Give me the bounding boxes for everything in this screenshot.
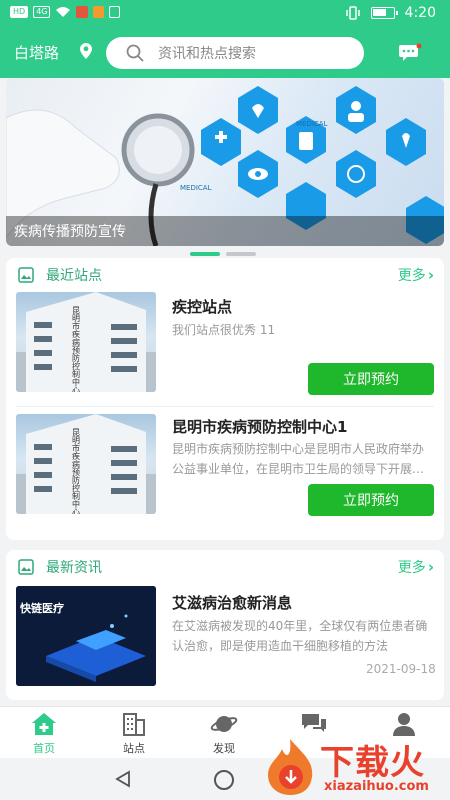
nav-discover-label: 发现	[213, 742, 235, 755]
news-thumbnail: 快链医疗	[16, 586, 156, 686]
vibrate-icon	[345, 6, 360, 20]
flame-logo-icon	[268, 739, 313, 795]
planet-icon	[210, 716, 238, 732]
news-more-label: 更多	[397, 560, 426, 576]
nav-home-label: 首页	[33, 742, 55, 755]
back-icon[interactable]	[114, 770, 132, 788]
stations-header: 最近站点 更多 ›	[6, 258, 444, 292]
chevron-right-icon: ›	[427, 266, 434, 284]
wifi-icon	[56, 7, 71, 17]
news-title: 最新资讯	[46, 560, 102, 576]
stations-more-link[interactable]: 更多 ›	[398, 265, 434, 285]
search-icon	[126, 44, 144, 62]
clock: 4:20	[404, 5, 436, 21]
banner-caption: 疾病传播预防宣传	[14, 224, 126, 240]
image-list-icon	[18, 559, 34, 575]
home-circle-icon[interactable]	[214, 770, 234, 790]
image-list-icon	[18, 267, 34, 283]
location-label[interactable]: 白塔路	[14, 42, 59, 63]
message-icon[interactable]	[398, 43, 422, 61]
thumbnail-brand: 快链医疗	[19, 601, 64, 615]
news-item-date: 2021-09-18	[366, 662, 436, 676]
station-desc: 我们站点很优秀 11	[172, 323, 276, 337]
app-notification-icon	[76, 6, 88, 18]
home-plus-icon	[32, 713, 56, 735]
station-title: 昆明市疾病预防控制中心1	[172, 418, 348, 436]
news-card: 最新资讯 更多 › 快链医疗 艾滋病治愈新消息 在艾滋病被发现的40年里，全球仅…	[6, 550, 444, 700]
banner-caption-bar: 疾病传播预防宣传	[6, 216, 444, 246]
status-bar: HD 4G 4:20	[0, 0, 450, 30]
art-label-medical-2: MEDICAL	[180, 184, 212, 192]
location-pin-icon[interactable]	[80, 43, 92, 59]
network-badge: 4G	[33, 6, 51, 18]
hd-badge: HD	[10, 6, 29, 18]
station-thumbnail: 昆明市疾病预防控制中心	[16, 292, 156, 392]
news-item-desc: 在艾滋病被发现的40年里，全球仅有两位患者确认治愈，即是使用造血干细胞移植的方法	[172, 619, 428, 653]
battery-icon	[370, 7, 398, 19]
top-bar: HD 4G 4:20 白塔路 资讯和热点搜索	[0, 0, 450, 78]
search-bar[interactable]: 资讯和热点搜索	[106, 37, 364, 69]
watermark-url: xiazaihuo.com	[324, 779, 429, 794]
promo-banner[interactable]: MEDICAL MEDICAL 疾病传播预防宣传	[6, 78, 444, 246]
station-item[interactable]: 昆明市疾病预防控制中心 昆明市疾病预防控制中心1 昆明市疾病预防控制中心是昆明市…	[6, 414, 444, 524]
divider	[16, 406, 434, 407]
chat-bubbles-icon	[302, 714, 326, 732]
news-item-title: 艾滋病治愈新消息	[172, 594, 293, 612]
stations-title: 最近站点	[46, 268, 102, 284]
nav-stations-label: 站点	[123, 742, 145, 755]
banner-pagination	[190, 252, 256, 256]
user-icon	[393, 713, 415, 736]
pagination-dot[interactable]	[226, 252, 256, 256]
news-header: 最新资讯 更多 ›	[6, 550, 444, 584]
watermark-brand: 下载火	[320, 743, 425, 783]
stations-more-label: 更多	[397, 268, 426, 284]
search-placeholder: 资讯和热点搜索	[158, 46, 256, 62]
book-now-button[interactable]: 立即预约	[308, 484, 434, 516]
building-icon	[123, 713, 145, 736]
station-thumbnail: 昆明市疾病预防控制中心	[16, 414, 156, 514]
station-title: 疾控站点	[172, 298, 233, 316]
thumbnail-sign: 昆明市疾病预防控制中心	[72, 306, 81, 392]
news-item[interactable]: 快链医疗 艾滋病治愈新消息 在艾滋病被发现的40年里，全球仅有两位患者确认治愈，…	[6, 586, 444, 696]
book-notification-icon	[108, 6, 120, 18]
nav-stations[interactable]: 站点	[104, 711, 164, 759]
chevron-right-icon: ›	[427, 558, 434, 576]
nav-home[interactable]: 首页	[14, 711, 74, 759]
news-more-link[interactable]: 更多 ›	[398, 557, 434, 577]
watermark: 下载火 xiazaihuo.com	[262, 735, 450, 800]
station-desc: 昆明市疾病预防控制中心是昆明市人民政府举办公益事业单位，在昆明市卫生局的领导下开…	[172, 442, 425, 476]
book-now-button[interactable]: 立即预约	[308, 363, 434, 395]
thumbnail-sign: 昆明市疾病预防控制中心	[72, 428, 81, 514]
nav-discover[interactable]: 发现	[194, 711, 254, 759]
station-item[interactable]: 昆明市疾病预防控制中心 疾控站点 我们站点很优秀 11 立即预约	[6, 292, 444, 402]
stations-card: 最近站点 更多 › 昆明市疾病预防控制中心 疾控站点 我们站点很优秀 11 立即…	[6, 258, 444, 540]
pagination-dot-active[interactable]	[190, 252, 220, 256]
art-label-medical-1: MEDICAL	[296, 120, 328, 128]
video-notification-icon	[92, 6, 104, 18]
